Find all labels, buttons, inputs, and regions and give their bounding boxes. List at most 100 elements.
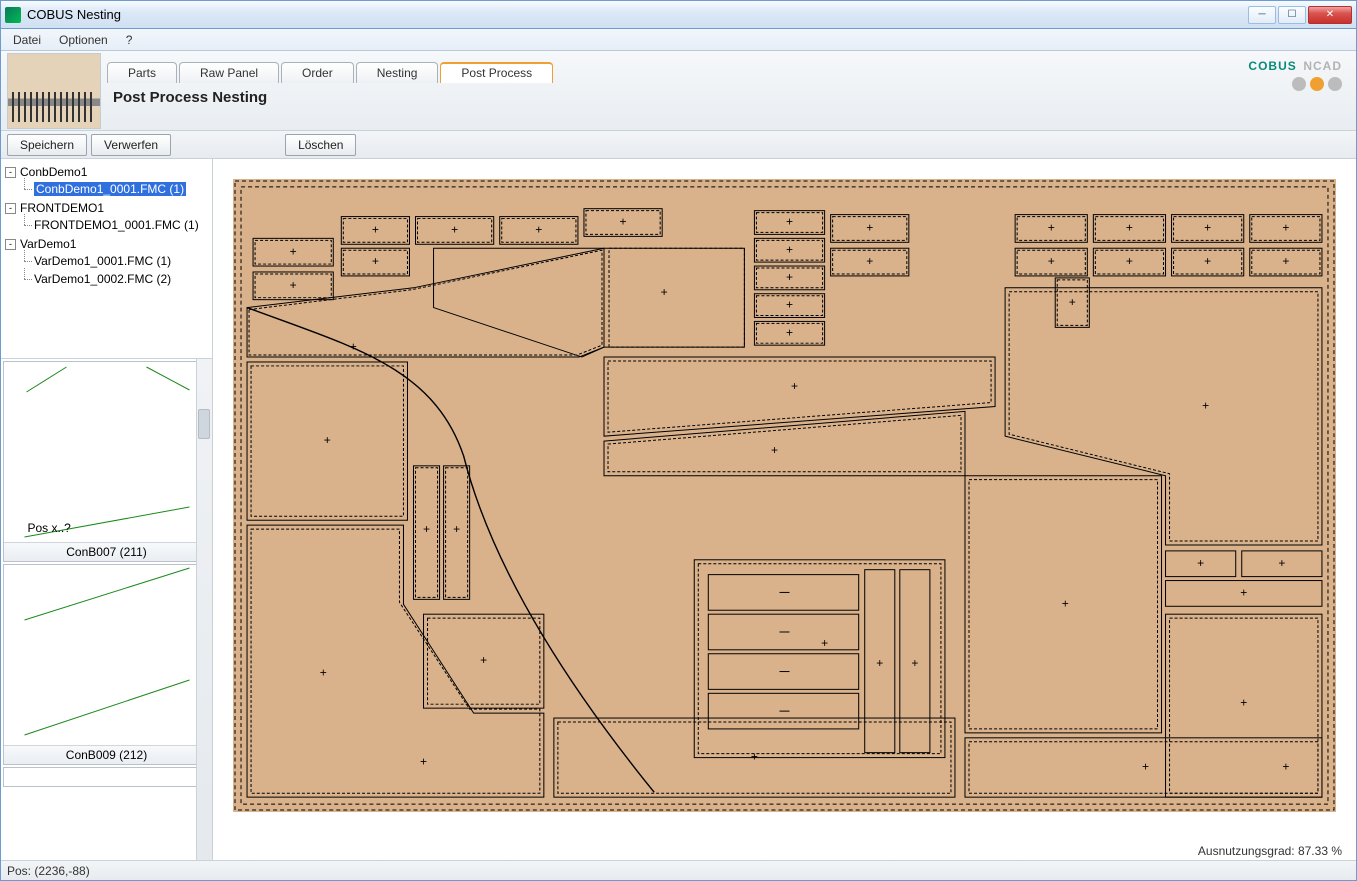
body: -ConbDemo1 ConbDemo1_0001.FMC (1) -FRONT… [1,159,1356,860]
app-icon [5,7,21,23]
left-panel: -ConbDemo1 ConbDemo1_0001.FMC (1) -FRONT… [1,159,213,860]
app-window: COBUS Nesting ─ ☐ ✕ Datei Optionen ? Par… [0,0,1357,881]
menu-options[interactable]: Optionen [51,31,116,49]
svg-text:+: + [1069,295,1076,309]
tab-nesting[interactable]: Nesting [356,62,439,83]
svg-text:+: + [661,285,668,299]
collapse-icon[interactable]: - [5,167,16,178]
svg-text:Pos x..?: Pos x..? [28,521,72,535]
menu-file[interactable]: Datei [5,31,49,49]
svg-text:+: + [1202,399,1209,413]
svg-text:+: + [350,339,357,353]
svg-text:+: + [372,254,379,268]
svg-text:+: + [324,433,331,447]
file-tree[interactable]: -ConbDemo1 ConbDemo1_0001.FMC (1) -FRONT… [1,159,212,359]
tree-node[interactable]: -VarDemo1 VarDemo1_0001.FMC (1) VarDemo1… [5,235,210,289]
preview-item[interactable]: Pos x..? ConB007 (211) [3,361,210,562]
page-title: Post Process Nesting [113,89,267,106]
tab-post-process[interactable]: Post Process [440,62,553,83]
svg-text:+: + [1126,254,1133,268]
action-toolbar: Speichern Verwerfen Löschen [1,131,1356,159]
delete-button[interactable]: Löschen [285,134,356,156]
svg-text:+: + [786,298,793,312]
status-bar: Pos: (2236,-88) [1,860,1356,880]
svg-text:+: + [423,522,430,536]
tree-label: VarDemo1_0001.FMC (1) [34,254,171,268]
tab-order[interactable]: Order [281,62,354,83]
minimize-button[interactable]: ─ [1248,6,1276,24]
tab-raw-panel[interactable]: Raw Panel [179,62,279,83]
svg-text:+: + [1048,254,1055,268]
svg-text:+: + [1142,760,1149,774]
svg-text:+: + [771,443,778,457]
svg-text:+: + [1062,597,1069,611]
canvas-panel: ++ ++ +++ +++++ ++ +++ ++ ++ ++ ++ + ++ … [213,159,1356,860]
close-button[interactable]: ✕ [1308,6,1352,24]
svg-text:+: + [1048,221,1055,235]
svg-text:+: + [821,636,828,650]
svg-text:+: + [866,221,873,235]
tab-parts[interactable]: Parts [107,62,177,83]
svg-text:+: + [372,223,379,237]
svg-text:+: + [480,653,487,667]
cursor-position: Pos: (2236,-88) [7,864,90,878]
svg-text:+: + [1204,254,1211,268]
svg-text:+: + [876,656,883,670]
tree-label: VarDemo1 [20,237,76,251]
save-button[interactable]: Speichern [7,134,87,156]
svg-text:+: + [1278,556,1285,570]
svg-text:+: + [1240,695,1247,709]
svg-text:+: + [1282,254,1289,268]
tree-label: ConbDemo1_0001.FMC (1) [34,182,186,196]
tree-label: ConbDemo1 [20,165,87,179]
preview-list[interactable]: Pos x..? ConB007 (211) ConB009 (212) [1,359,212,860]
svg-text:+: + [866,254,873,268]
collapse-icon[interactable]: - [5,239,16,250]
svg-text:+: + [451,223,458,237]
tree-label: FRONTDEMO1 [20,201,104,215]
svg-text:+: + [751,750,758,764]
status-dot [1328,77,1342,91]
module-thumbnail [7,53,101,129]
preview-item[interactable] [3,767,210,787]
discard-button[interactable]: Verwerfen [91,134,171,156]
tree-leaf[interactable]: VarDemo1_0001.FMC (1) [19,252,210,270]
svg-text:+: + [620,215,627,229]
header-strip: Parts Raw Panel Order Nesting Post Proce… [1,51,1356,131]
tree-label: FRONTDEMO1_0001.FMC (1) [34,218,199,232]
svg-text:+: + [1204,221,1211,235]
svg-text:+: + [290,244,297,258]
nesting-canvas[interactable]: ++ ++ +++ +++++ ++ +++ ++ ++ ++ ++ + ++ … [213,159,1356,842]
svg-text:+: + [786,242,793,256]
preview-label: ConB009 (212) [4,745,209,764]
tree-label: VarDemo1_0002.FMC (2) [34,272,171,286]
tree-node[interactable]: -FRONTDEMO1 FRONTDEMO1_0001.FMC (1) [5,199,210,235]
svg-text:+: + [290,278,297,292]
tree-leaf[interactable]: FRONTDEMO1_0001.FMC (1) [19,216,210,234]
preview-item[interactable]: ConB009 (212) [3,564,210,765]
svg-text:+: + [1126,221,1133,235]
svg-text:+: + [1282,221,1289,235]
tree-leaf[interactable]: ConbDemo1_0001.FMC (1) [19,180,210,198]
maximize-button[interactable]: ☐ [1278,6,1306,24]
svg-text:+: + [1282,760,1289,774]
svg-text:+: + [320,666,327,680]
tree-node[interactable]: -ConbDemo1 ConbDemo1_0001.FMC (1) [5,163,210,199]
status-dot [1310,77,1324,91]
svg-text:+: + [786,326,793,340]
svg-text:+: + [1240,586,1247,600]
utilization-label: Ausnutzungsgrad: 87.33 % [1198,844,1342,858]
tree-leaf[interactable]: VarDemo1_0002.FMC (2) [19,270,210,288]
title-bar: COBUS Nesting ─ ☐ ✕ [1,1,1356,29]
menu-help[interactable]: ? [118,31,141,49]
collapse-icon[interactable]: - [5,203,16,214]
svg-text:+: + [786,215,793,229]
menu-bar: Datei Optionen ? [1,29,1356,51]
svg-text:+: + [535,223,542,237]
brand-logo: COBUS NCAD [1248,53,1342,76]
svg-text:+: + [911,656,918,670]
tab-bar: Parts Raw Panel Order Nesting Post Proce… [107,57,553,83]
svg-text:+: + [791,379,798,393]
svg-text:+: + [453,522,460,536]
svg-text:+: + [1197,556,1204,570]
